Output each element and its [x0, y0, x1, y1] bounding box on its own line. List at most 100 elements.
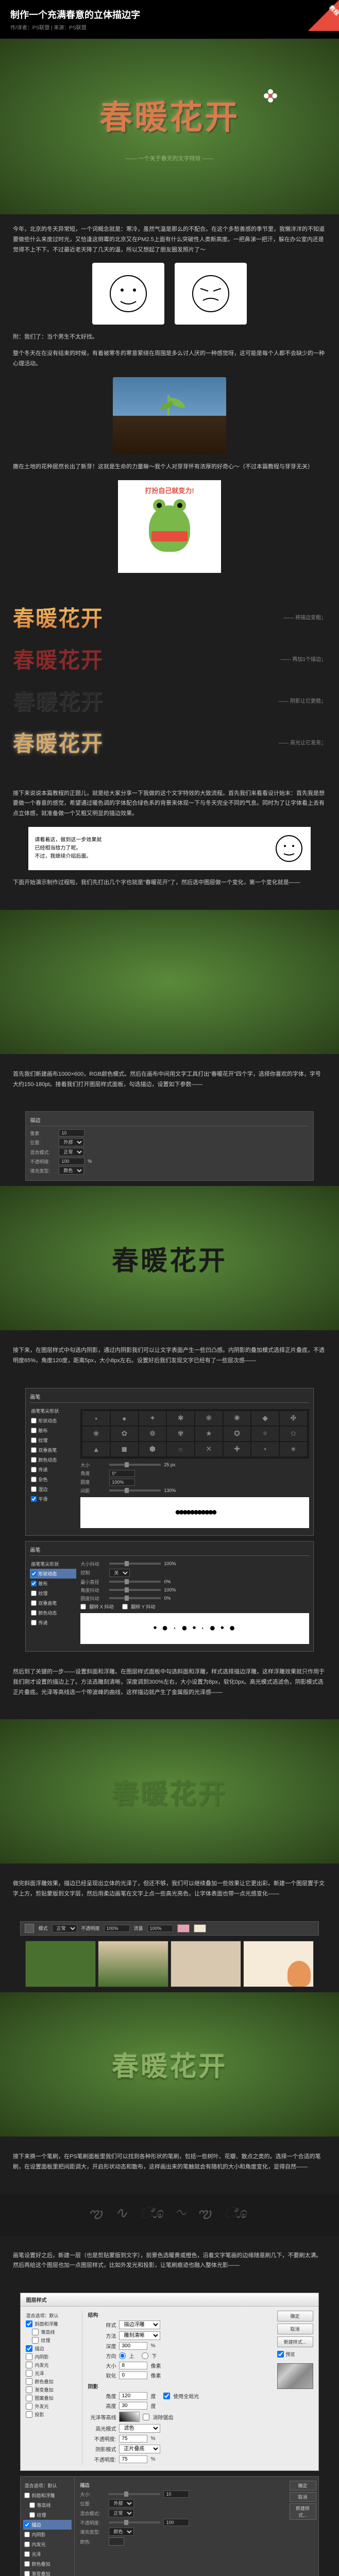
lsd-opa-slider[interactable]	[109, 2521, 160, 2523]
texture-check[interactable]	[31, 1437, 37, 1443]
brush-texture[interactable]: 纹理	[30, 1435, 76, 1445]
shadow-mode-select[interactable]: 正片叠底	[119, 2445, 160, 2453]
ls-drop-shadow[interactable]: 投影	[26, 2411, 78, 2418]
lsd-inner-glow[interactable]: 内发光	[23, 2539, 72, 2549]
preview-check[interactable]	[277, 2351, 284, 2358]
swatch-cream[interactable]	[194, 1924, 206, 1933]
brush-smooth[interactable]: 平滑	[30, 1494, 76, 1504]
bevel-style-select[interactable]: 描边浮雕	[119, 2320, 160, 2329]
hilite-opa-input[interactable]	[119, 2435, 147, 2443]
lsd-contour[interactable]: 等高线	[23, 2500, 72, 2510]
scatter-check[interactable]	[31, 1428, 37, 1433]
lsd-stroke[interactable]: 描边	[23, 2520, 72, 2530]
bp2-dual[interactable]: 双重画笔	[30, 1598, 76, 1608]
bevel-alt-input[interactable]	[119, 2402, 147, 2410]
stroke-opacity-input[interactable]	[59, 1158, 84, 1165]
bevel-angle-input[interactable]	[119, 2392, 147, 2400]
swatch-pink[interactable]	[177, 1924, 190, 1933]
lsd-color-ov[interactable]: 颜色叠加	[23, 2559, 72, 2569]
flipy-check[interactable]	[122, 1604, 128, 1609]
brush-tip-shape[interactable]: 画笔笔尖形状	[30, 1406, 76, 1416]
ok-button[interactable]: 确定	[277, 2311, 313, 2321]
stroke-position-select[interactable]: 外部	[59, 1138, 84, 1146]
ls-satin[interactable]: 光泽	[26, 2370, 78, 2377]
stroke-size-input[interactable]	[59, 1129, 84, 1137]
shape-dyn-check[interactable]	[31, 1418, 37, 1423]
lsd-color-swatch[interactable]	[109, 2537, 124, 2546]
ls-pattern[interactable]: 图案叠加	[26, 2395, 78, 2401]
ls-bevel[interactable]: 斜面和浮雕	[26, 2320, 78, 2327]
dual-check[interactable]	[31, 1447, 37, 1453]
min-diam-slider[interactable]	[109, 1581, 161, 1583]
ls-texture[interactable]: 纹理	[26, 2337, 78, 2344]
lsd-bevel[interactable]: 斜面和浮雕	[23, 2490, 72, 2500]
color-dyn-check[interactable]	[31, 1457, 37, 1463]
lsd-cancel[interactable]: 取消	[290, 2492, 316, 2502]
brush-size-slider[interactable]	[109, 1464, 161, 1466]
size-jitter-slider[interactable]	[109, 1563, 161, 1565]
ls-contour[interactable]: 等高线	[26, 2329, 78, 2335]
stroke-blend-select[interactable]: 正常	[59, 1148, 84, 1156]
lsd-satin[interactable]: 光泽	[23, 2549, 72, 2559]
brush-tool-icon[interactable]	[25, 1924, 34, 1933]
bp2-scatter[interactable]: 散布	[30, 1579, 76, 1588]
smooth-check[interactable]	[31, 1496, 37, 1502]
brush-spacing-slider[interactable]	[109, 1489, 161, 1492]
shadow-opa-input[interactable]	[119, 2455, 147, 2463]
ls-stroke[interactable]: 描边	[26, 2345, 78, 2352]
tb-opa-input[interactable]	[104, 1925, 130, 1932]
tb-flow-input[interactable]	[147, 1925, 173, 1932]
bp2-transfer[interactable]: 传递	[30, 1618, 76, 1628]
bp2-tip[interactable]: 画笔笔尖形状	[30, 1559, 76, 1569]
bevel-dir-up[interactable]	[119, 2352, 126, 2359]
lsd-opa-input[interactable]	[163, 2519, 189, 2526]
ls-inner-shadow[interactable]: 内阴影	[26, 2353, 78, 2360]
lsd-blend-select[interactable]: 正常	[109, 2509, 134, 2517]
gloss-contour-picker[interactable]	[119, 2412, 140, 2422]
brush-round-input[interactable]	[109, 1479, 135, 1486]
stroke-fill-select[interactable]: 颜色	[59, 1166, 84, 1175]
ls-grad-overlay[interactable]: 渐变叠加	[26, 2386, 78, 2393]
lsd-texture[interactable]: 纹理	[23, 2510, 72, 2520]
lsd-pos-select[interactable]: 外部	[109, 2499, 134, 2507]
round-jitter-slider[interactable]	[109, 1597, 161, 1599]
lsd-size-input[interactable]	[163, 2490, 189, 2498]
hilite-mode-select[interactable]: 滤色	[119, 2424, 160, 2433]
brush-color-dyn[interactable]: 颜色动态	[30, 1455, 76, 1465]
global-light-check[interactable]	[163, 2393, 170, 2399]
brush-noise[interactable]: 杂色	[30, 1475, 76, 1484]
transfer-check[interactable]	[31, 1467, 37, 1472]
bevel-depth-input[interactable]	[119, 2342, 147, 2350]
brush-dual[interactable]: 双重画笔	[30, 1445, 76, 1455]
flipx-check[interactable]	[80, 1604, 86, 1609]
bevel-size-input[interactable]	[119, 2362, 147, 2369]
lsd-size-slider[interactable]	[109, 2493, 160, 2495]
bp2-texture[interactable]: 纹理	[30, 1588, 76, 1598]
ls-inner-glow[interactable]: 内发光	[26, 2362, 78, 2368]
lsd-fill-select[interactable]: 颜色	[109, 2528, 134, 2536]
lsd-ok[interactable]: 确定	[290, 2481, 316, 2490]
bevel-method-select[interactable]: 雕刻清晰	[119, 2331, 160, 2340]
control-select[interactable]: 关	[109, 1569, 130, 1577]
ls-color-overlay[interactable]: 颜色叠加	[26, 2378, 78, 2385]
lsd-blend[interactable]: 混合选项：默认	[23, 2481, 72, 2490]
ls-blend-opts[interactable]: 混合选项：默认	[26, 2312, 78, 2319]
bevel-soften-input[interactable]	[119, 2371, 147, 2379]
bevel-dir-down[interactable]	[142, 2352, 148, 2359]
brush-angle-input[interactable]	[109, 1470, 135, 1477]
lsd-grad-ov[interactable]: 渐变叠加	[23, 2569, 72, 2576]
tb-mode-select[interactable]: 正常	[52, 1924, 77, 1933]
brush-shape-dyn[interactable]: 形状动态	[30, 1416, 76, 1426]
cancel-button[interactable]: 取消	[277, 2324, 313, 2334]
brush-wet[interactable]: 湿边	[30, 1484, 76, 1494]
brush-transfer[interactable]: 传递	[30, 1465, 76, 1475]
brush-scatter[interactable]: 散布	[30, 1426, 76, 1435]
bp2-shape-dyn[interactable]: 形状动态	[30, 1569, 76, 1579]
noise-check[interactable]	[31, 1477, 37, 1482]
ls-outer-glow[interactable]: 外发光	[26, 2403, 78, 2410]
bp2-color[interactable]: 颜色动态	[30, 1608, 76, 1618]
new-style-button[interactable]: 新建样式...	[277, 2336, 313, 2347]
lsd-inner-shadow[interactable]: 内阴影	[23, 2530, 72, 2539]
wet-check[interactable]	[31, 1486, 37, 1492]
aa-check[interactable]	[143, 2414, 149, 2420]
